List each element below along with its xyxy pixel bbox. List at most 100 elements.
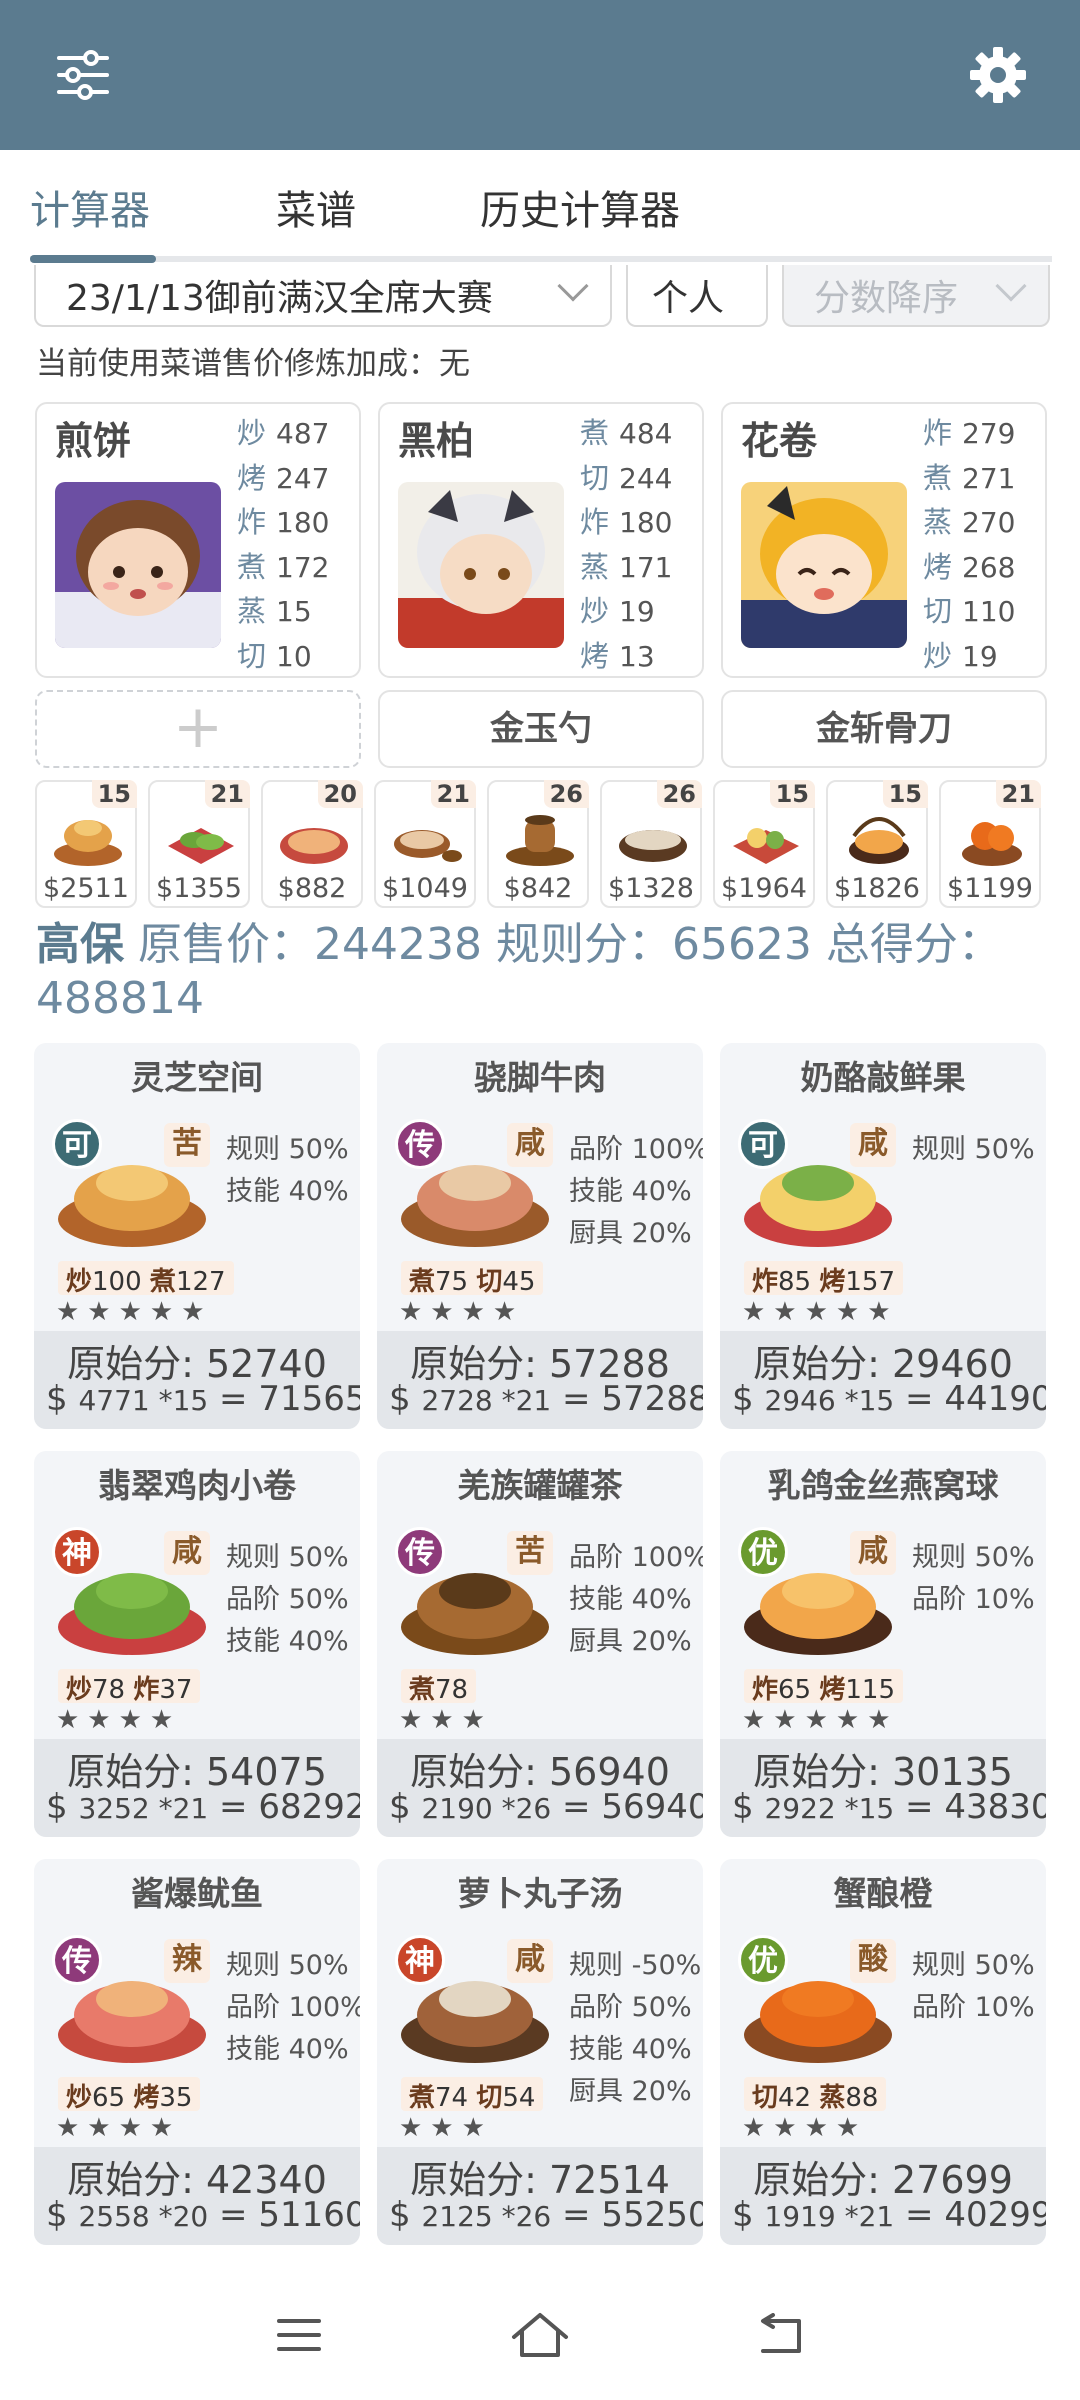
skill-requirement-label: 煮 [409, 1267, 436, 1297]
dish-card[interactable]: 奶酪敲鲜果 可 咸 规则 50% 炸85 烤157 ★★★★★ 原始分: 294… [720, 1043, 1046, 1429]
dish-image [506, 815, 574, 866]
dish-rule: 规则 -50% [569, 1950, 702, 1981]
tab-divider [30, 256, 1052, 262]
skill-requirement-value: 65 [778, 1675, 812, 1705]
mode-select[interactable]: 个人 [626, 265, 768, 327]
dish-price: $842 [503, 873, 573, 904]
skill-label: 烤 [237, 460, 267, 495]
tab-history-calculator[interactable]: 历史计算器 [480, 178, 680, 236]
dish-title: 翡翠鸡肉小卷 [98, 1466, 296, 1505]
skill-requirement-value: 35 [159, 2083, 193, 2113]
skill-label: 切 [923, 594, 953, 629]
chef-portrait [55, 482, 221, 648]
unit-price-times-qty: 2922 *15 [764, 1792, 895, 1825]
chef-name: 花卷 [741, 419, 818, 463]
selected-dish-thumb[interactable]: 21 $1355 [148, 780, 250, 908]
dish-card[interactable]: 乳鸽金丝燕窝球 优 咸 规则 50% 品阶 10% 炸65 烤115 ★★★★★ … [720, 1451, 1046, 1837]
star-rating: ★★★ [399, 2113, 493, 2143]
price-calculation: $ 1919 *21 = 40299 [732, 2195, 1046, 2235]
selected-dish-thumb[interactable]: 20 $882 [261, 780, 363, 908]
skill-requirement-value: 65 [92, 2083, 126, 2113]
skill-value: 15 [276, 595, 312, 629]
dish-rule: 品阶 50% [569, 1992, 692, 2023]
rarity-badge: 传 [395, 1119, 445, 1169]
selected-dish-thumb[interactable]: 15 $2511 [35, 780, 137, 908]
dish-price: $882 [277, 873, 347, 904]
dish-rule: 技能 40% [569, 1176, 692, 1207]
dish-card[interactable]: 翡翠鸡肉小卷 神 咸 规则 50% 品阶 50% 技能 40% 炒78 炸37 ★★… [34, 1451, 360, 1837]
skill-value: 244 [619, 461, 673, 495]
selected-dish-thumb[interactable]: 26 $842 [487, 780, 589, 908]
star-rating: ★★★★ [399, 1297, 525, 1327]
skill-requirements: 切42 蒸88 [744, 2077, 887, 2113]
selected-dish-thumb[interactable]: 26 $1328 [600, 780, 702, 908]
selected-dish-thumb[interactable]: 21 $1199 [939, 780, 1041, 908]
dish-rules: 规则 50% [912, 1127, 1035, 1169]
dish-card[interactable]: 酱爆鱿鱼 传 辣 规则 50% 品阶 100% 技能 40% 炒65 烤35 ★★★… [34, 1859, 360, 2245]
skill-label: 炸 [923, 416, 953, 450]
dish-title: 奶酪敲鲜果 [800, 1058, 966, 1097]
chef-card[interactable]: 黑柏 煮 484 切 244 炸 180 蒸 171 炒 19 烤 13 [378, 402, 704, 678]
skill-value: 10 [276, 639, 312, 673]
dish-title: 蟹酿橙 [833, 1874, 933, 1913]
home-icon[interactable] [505, 2300, 575, 2370]
dish-quantity: 15 [769, 780, 815, 808]
dish-score-box: 原始分: 57288 $ 2728 *21 = 57288 [377, 1331, 703, 1429]
dish-total: 57288 [601, 1379, 703, 1419]
dish-rule: 品阶 100% [569, 1542, 703, 1573]
dish-total: 40299 [944, 2195, 1046, 2235]
skill-requirement-value: 37 [159, 1675, 193, 1705]
dish-rules: 规则 50% 品阶 10% [912, 1943, 1035, 2027]
dish-price: $2511 [43, 873, 129, 904]
skill-requirement-value: 74 [435, 2083, 469, 2113]
skill-value: 279 [962, 417, 1016, 450]
skill-requirement-value: 157 [845, 1267, 896, 1297]
dish-price: $1964 [721, 873, 807, 904]
dish-card[interactable]: 骁脚牛肉 传 咸 品阶 100% 技能 40% 厨具 20% 煮75 切45 ★★★… [377, 1043, 703, 1429]
chef-card[interactable]: 煎饼 炒 487 烤 247 炸 180 煮 172 蒸 15 切 10 [35, 402, 361, 678]
rarity-badge: 优 [738, 1935, 788, 1985]
dish-price: $1049 [382, 873, 468, 904]
back-icon[interactable] [746, 2300, 816, 2370]
chef-card[interactable]: 花卷 炸 279 煮 271 蒸 270 烤 268 切 110 炒 19 [721, 402, 1047, 678]
menu-icon[interactable] [264, 2300, 334, 2370]
sliders-icon[interactable] [38, 30, 128, 120]
flavor-badge: 酸 [850, 1939, 896, 1983]
skill-requirement-value: 78 [435, 1675, 469, 1705]
selected-dish-thumb[interactable]: 15 $1964 [713, 780, 815, 908]
skill-label: 炒 [923, 638, 953, 673]
dish-card[interactable]: 灵芝空间 可 苦 规则 50% 技能 40% 炒100 煮127 ★★★★★ 原始… [34, 1043, 360, 1429]
dish-rule: 技能 40% [226, 1626, 349, 1657]
dish-title: 灵芝空间 [131, 1058, 263, 1097]
tab-calculator[interactable]: 计算器 [30, 178, 150, 236]
dish-total: 55250 [601, 2195, 703, 2235]
tool-slot-button[interactable]: 金斩骨刀 [721, 690, 1047, 768]
skill-requirement-label: 蒸 [819, 2083, 846, 2113]
add-tool-button[interactable]: + [35, 690, 361, 768]
sort-select-value: 分数降序 [814, 278, 959, 319]
chevron-down-icon [557, 270, 589, 302]
tab-recipes[interactable]: 菜谱 [276, 178, 356, 236]
sort-select[interactable]: 分数降序 [782, 265, 1050, 327]
contest-select[interactable]: 23/1/13御前满汉全席大赛 [34, 265, 612, 327]
chef-portrait [398, 482, 564, 648]
selected-dish-thumb[interactable]: 21 $1049 [374, 780, 476, 908]
guarantee-label: 高保 [36, 919, 124, 970]
tool-slot-button[interactable]: 金玉勺 [378, 690, 704, 768]
dish-card[interactable]: 羌族罐罐茶 传 苦 品阶 100% 技能 40% 厨具 20% 煮78 ★★★ 原始… [377, 1451, 703, 1837]
price-calculation: $ 3252 *21 = 68292 [46, 1787, 360, 1827]
dish-card[interactable]: 蟹酿橙 优 酸 规则 50% 品阶 10% 切42 蒸88 ★★★★ 原始分: 2… [720, 1859, 1046, 2245]
skill-requirement-label: 烤 [133, 2083, 160, 2113]
dish-quantity: 15 [882, 780, 928, 808]
dish-card[interactable]: 萝卜丸子汤 神 咸 规则 -50% 品阶 50% 技能 40% 厨具 20% 煮74 … [377, 1859, 703, 2245]
selected-dish-thumb[interactable]: 15 $1826 [826, 780, 928, 908]
unit-price-times-qty: 2946 *15 [764, 1384, 895, 1417]
skill-label: 煮 [580, 416, 610, 450]
dish-score-box: 原始分: 72514 $ 2125 *26 = 55250 [377, 2147, 703, 2245]
score-summary-text: 原售价：244238 规则分：65623 总得分：488814 [36, 919, 1002, 1024]
dish-title: 酱爆鱿鱼 [131, 1874, 263, 1913]
skill-label: 煮 [923, 460, 953, 495]
star-rating: ★★★ [399, 1705, 493, 1735]
gear-icon[interactable] [953, 30, 1043, 120]
skill-requirement-value: 115 [845, 1675, 896, 1705]
